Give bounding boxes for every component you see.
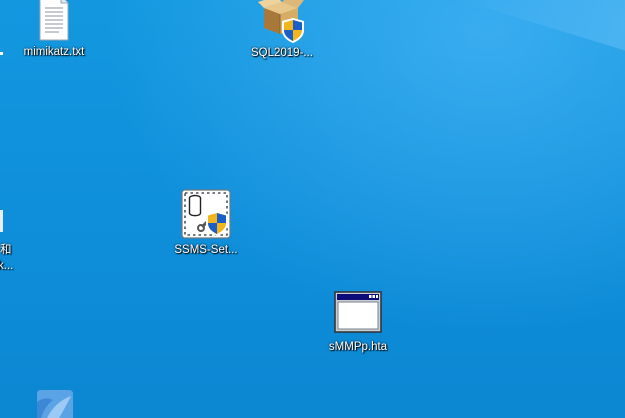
partial-left-label-1: 和 xyxy=(0,244,12,256)
desktop-icon-partial-bottom[interactable] xyxy=(9,388,99,418)
desktop[interactable]: 和 k... mimikatz.txt SQL2019-... SSMS-Set… xyxy=(0,0,625,418)
partial-left-bar xyxy=(0,210,3,232)
desktop-icon-mimikatz[interactable]: mimikatz.txt xyxy=(9,0,99,59)
desktop-icon-sql2019[interactable]: SQL2019-... xyxy=(237,0,327,60)
hta-window-icon xyxy=(333,290,383,334)
wallpaper-light-beam xyxy=(463,0,625,95)
desktop-icon-label: SQL2019-... xyxy=(250,47,313,59)
ssms-setup-icon xyxy=(181,189,231,239)
desktop-icon-label: mimikatz.txt xyxy=(23,46,85,58)
partial-blue-app-icon xyxy=(33,388,75,418)
desktop-icon-label: SSMS-Set... xyxy=(174,244,238,256)
desktop-icon-ssms-setup[interactable]: SSMS-Set... xyxy=(161,189,251,257)
desktop-icon-smmpp-hta[interactable]: sMMPp.hta xyxy=(313,290,403,354)
text-file-icon xyxy=(37,0,71,44)
partial-left-dot xyxy=(0,52,3,55)
partial-left-label-2: k... xyxy=(0,260,14,272)
partial-left-icon-2[interactable]: 和 k... xyxy=(0,210,20,280)
desktop-icon-label: sMMPp.hta xyxy=(328,341,388,353)
installer-package-icon xyxy=(258,0,306,44)
